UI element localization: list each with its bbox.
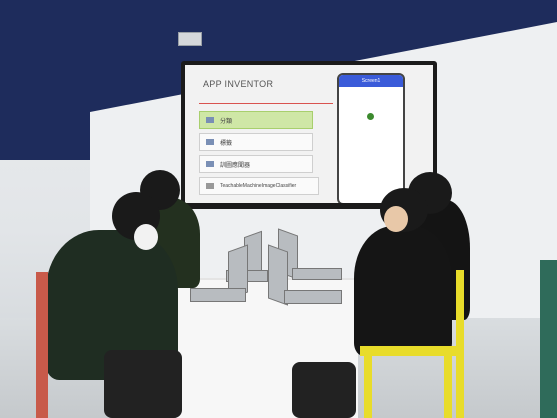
menu-item-teachable-machine: TeachableMachineImageClassifier bbox=[199, 177, 319, 195]
student-front-right bbox=[354, 226, 452, 356]
label-icon bbox=[206, 139, 214, 145]
phone-preview: Screen1 bbox=[337, 73, 405, 203]
yellow-chair-seat bbox=[360, 346, 456, 356]
viewer-icon bbox=[206, 161, 214, 167]
yellow-chair-leg bbox=[444, 354, 452, 418]
yellow-chair-back bbox=[456, 270, 464, 418]
classroom-photo: APP INVENTOR 分類 標籤 訓圖應聞器 TeachableMachin… bbox=[0, 0, 557, 418]
green-dot bbox=[367, 113, 374, 120]
menu-item-label: 標籤 bbox=[220, 140, 233, 147]
menu-item-label: 分類 bbox=[220, 118, 233, 125]
backpack bbox=[104, 350, 182, 418]
laptop-base-left-front bbox=[190, 288, 246, 302]
power-outlet bbox=[178, 32, 202, 46]
menu-item-label: 訓圖應聞器 bbox=[220, 162, 251, 169]
yellow-chair-leg bbox=[364, 354, 372, 418]
extension-icon bbox=[206, 183, 214, 189]
image-icon bbox=[206, 117, 214, 123]
red-chair bbox=[36, 272, 48, 418]
face-mask bbox=[134, 224, 158, 250]
backpack bbox=[292, 362, 356, 418]
title-underline bbox=[199, 103, 333, 104]
monitor-screen: APP INVENTOR 分類 標籤 訓圖應聞器 TeachableMachin… bbox=[185, 65, 433, 203]
wall-monitor: APP INVENTOR 分類 標籤 訓圖應聞器 TeachableMachin… bbox=[181, 61, 437, 209]
menu-item-viewer: 訓圖應聞器 bbox=[199, 155, 313, 173]
menu-item-classify: 分類 bbox=[199, 111, 313, 129]
phone-header: Screen1 bbox=[339, 75, 403, 87]
app-inventor-title: APP INVENTOR bbox=[203, 79, 274, 89]
menu-item-label-component: 標籤 bbox=[199, 133, 313, 151]
green-chair bbox=[540, 260, 557, 418]
laptop-base-right-front bbox=[284, 290, 342, 304]
laptop-base-right-back bbox=[292, 268, 342, 280]
menu-item-label: TeachableMachineImageClassifier bbox=[220, 183, 297, 189]
student-face bbox=[384, 206, 408, 232]
